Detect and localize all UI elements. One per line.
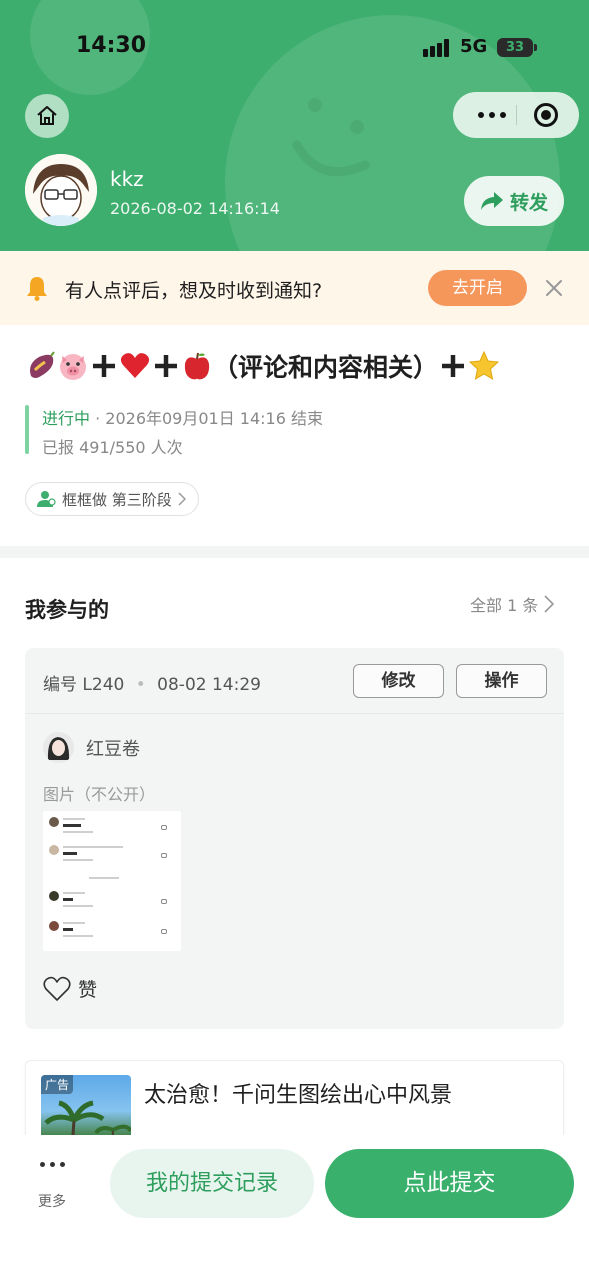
bottom-action-bar: 更多 我的提交记录 点此提交: [0, 1135, 589, 1280]
end-time: · 2026年09月01日 14:16 结束: [95, 409, 324, 428]
ad-tag: 广告: [41, 1075, 74, 1094]
home-icon: [37, 106, 57, 125]
avatar[interactable]: [25, 154, 97, 226]
person-icon: [37, 491, 56, 507]
section-divider: [0, 546, 589, 558]
section-title: 我参与的: [25, 598, 109, 622]
status-accent-bar: [25, 405, 29, 454]
battery-icon: 33: [497, 38, 537, 57]
avatar: [43, 732, 74, 763]
miniprogram-capsule: [453, 92, 579, 138]
stage-chip[interactable]: 框框做 第三阶段: [25, 482, 199, 516]
chevron-right-icon: [544, 595, 555, 613]
like-button[interactable]: 赞: [42, 975, 97, 1002]
post-time: 2026-08-02 14:16:14: [110, 199, 280, 218]
activity-status: 进行中: [42, 409, 91, 428]
header: 14:30 5G 33 kkz 2026-08-02 14:16:14 转发: [0, 0, 589, 251]
submission-image-thumbnail[interactable]: [43, 811, 181, 951]
red-heart-icon: [119, 350, 151, 382]
submission-card: 编号 L240 • 08-02 14:29 修改 操作 红豆卷 图片（不公开） …: [25, 648, 564, 1029]
capsule-divider: [516, 105, 517, 125]
more-label: 更多: [38, 1194, 66, 1210]
image-label: 图片（不公开）: [43, 785, 156, 804]
activity-status-line: 进行中 · 2026年09月01日 14:16 结束: [42, 405, 323, 429]
title-text: （评论和内容相关）: [213, 353, 439, 382]
submission-time: 08-02 14:29: [157, 675, 261, 695]
stage-label: 框框做 第三阶段: [62, 490, 172, 509]
action-button[interactable]: 操作: [456, 664, 547, 698]
view-all-label: 全部 1 条: [470, 596, 539, 615]
chevron-right-icon: [178, 492, 186, 506]
submission-id: 编号 L240: [43, 675, 125, 695]
view-all-link[interactable]: 全部 1 条: [470, 592, 555, 616]
notification-banner: 有人点评后，想及时收到通知? 去开启: [0, 251, 589, 325]
my-submissions-button[interactable]: 我的提交记录: [110, 1149, 314, 1218]
status-time: 14:30: [76, 33, 147, 58]
edit-button[interactable]: 修改: [353, 664, 444, 698]
user-avatar-icon: [25, 154, 97, 226]
plus-icon: [89, 351, 119, 381]
red-apple-icon: [181, 350, 213, 382]
like-label: 赞: [78, 979, 98, 1001]
plus-icon: [151, 351, 181, 381]
share-label: 转发: [509, 191, 548, 214]
pig-face-icon: [57, 350, 89, 382]
signal-icon: [423, 39, 451, 57]
star-icon: [468, 350, 500, 382]
plus-icon: [438, 351, 468, 381]
home-button[interactable]: [25, 94, 69, 138]
registered-count: 已报 491/550 人次: [42, 438, 183, 457]
participant: 红豆卷: [43, 732, 140, 763]
share-arrow-icon: [480, 192, 503, 210]
participant-name: 红豆卷: [86, 738, 140, 760]
ad-title: 太治愈！千问生图绘出心中风景: [144, 1083, 453, 1108]
sweet-potato-icon: [25, 350, 57, 382]
close-icon[interactable]: [543, 277, 565, 299]
submission-card-header: 编号 L240 • 08-02 14:29 修改 操作: [25, 648, 564, 714]
share-button[interactable]: 转发: [464, 176, 564, 226]
more-menu-button[interactable]: [468, 92, 516, 138]
notification-text: 有人点评后，想及时收到通知?: [65, 280, 323, 302]
more-button[interactable]: 更多: [22, 1157, 82, 1211]
submission-meta: 编号 L240 • 08-02 14:29: [43, 675, 261, 695]
close-miniprogram-icon[interactable]: [534, 103, 558, 127]
heart-outline-icon: [43, 976, 71, 1001]
activity-title: （评论和内容相关）: [25, 347, 565, 385]
more-dots-icon: [22, 1157, 82, 1171]
enable-notification-button[interactable]: 去开启: [428, 270, 527, 306]
username: kkz: [110, 167, 144, 191]
submit-button[interactable]: 点此提交: [325, 1149, 574, 1218]
bell-icon: [27, 277, 47, 301]
network-type: 5G: [460, 36, 488, 57]
